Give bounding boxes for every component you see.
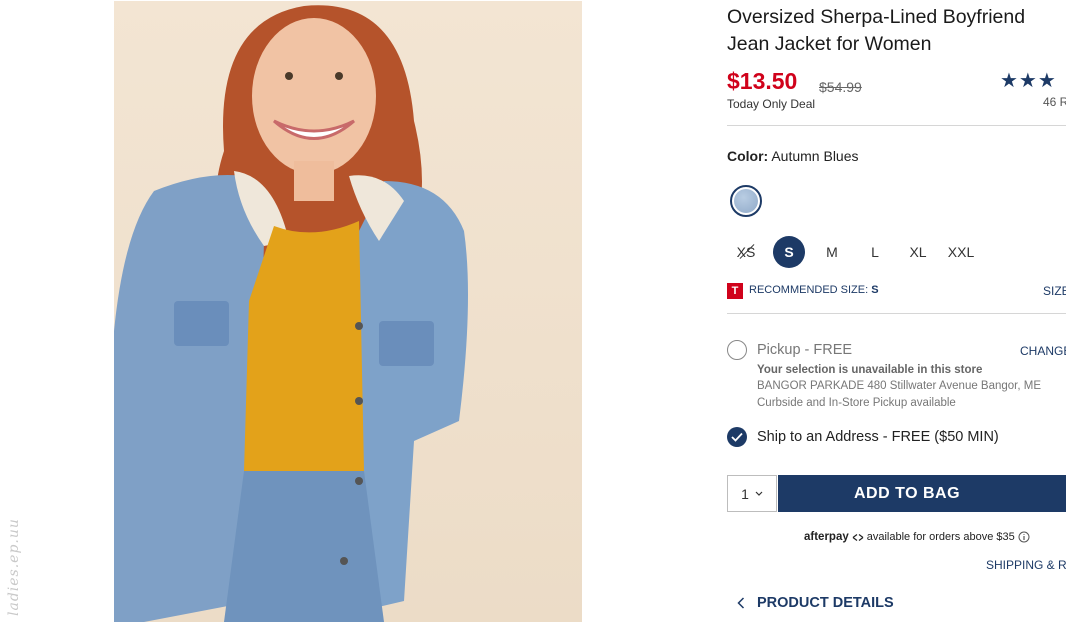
size-label: XS [736,244,756,260]
info-icon[interactable] [1018,531,1030,543]
color-swatch-autumn-blues[interactable] [730,185,762,217]
recommended-size-value: S [871,284,879,296]
deal-label: Today Only Deal [727,97,816,111]
size-label: M [826,244,838,260]
product-title: Oversized Sherpa-Lined Boyfriend Jean Ja… [727,6,1026,55]
product-details-label: PRODUCT DETAILS [757,595,894,611]
model-illustration [114,5,468,622]
color-label: Color: Autumn Blues [727,148,859,164]
pickup-label: Pickup - FREE [757,342,853,358]
ship-label: Ship to an Address - FREE ($50 MIN) [757,429,999,445]
afterpay-arrows-icon [852,533,864,541]
size-m-button[interactable]: M [816,236,848,268]
product-image[interactable] [114,1,582,622]
store-address: BANGOR PARKADE 480 Stillwater Avenue Ban… [757,380,1042,392]
pickup-radio[interactable] [727,340,747,360]
size-s-button[interactable]: S [773,236,805,268]
checkmark-icon [731,432,743,442]
change-store-link[interactable]: CHANGE [1020,344,1066,358]
size-label: S [784,244,794,260]
afterpay-text: available for orders above $35 [866,531,1015,543]
review-count[interactable]: 46 R [1043,95,1066,109]
divider [727,313,1066,314]
true-fit-icon: T [727,283,743,299]
quantity-select[interactable]: 1 [727,475,777,512]
size-label: XXL [947,244,975,260]
size-xl-button[interactable]: XL [902,236,934,268]
size-xxl-button[interactable]: XXL [945,236,977,268]
watermark: ladies.ep.uu [6,518,22,616]
divider [727,125,1066,126]
recommended-size[interactable]: RECOMMENDED SIZE: S [749,284,879,296]
chevron-left-icon [737,597,745,609]
chevron-down-icon [755,491,763,496]
afterpay-logo: afterpay [804,531,849,543]
size-l-button[interactable]: L [859,236,891,268]
color-label-key: Color: [727,148,769,164]
shipping-returns-link[interactable]: SHIPPING & RE [986,558,1066,572]
store-unavailable-note: Your selection is unavailable in this st… [757,364,983,376]
add-to-bag-button[interactable]: ADD TO BAG [778,475,1066,512]
ship-radio[interactable] [727,427,747,447]
size-chart-link[interactable]: SIZE [1043,284,1066,298]
product-details-toggle[interactable]: PRODUCT DETAILS [737,595,894,611]
size-xs-button[interactable]: XS [730,236,762,268]
size-label: XL [909,244,927,260]
quantity-value: 1 [741,485,749,502]
original-price: $54.99 [819,79,862,95]
rating-stars[interactable]: ★★★ [1000,68,1057,93]
color-value: Autumn Blues [771,148,859,164]
curbside-note: Curbside and In-Store Pickup available [757,397,956,409]
recommended-size-label: RECOMMENDED SIZE: [749,284,869,296]
afterpay-note: afterpay available for orders above $35 [804,531,1030,543]
sale-price: $13.50 [727,68,798,94]
size-label: L [871,244,879,260]
